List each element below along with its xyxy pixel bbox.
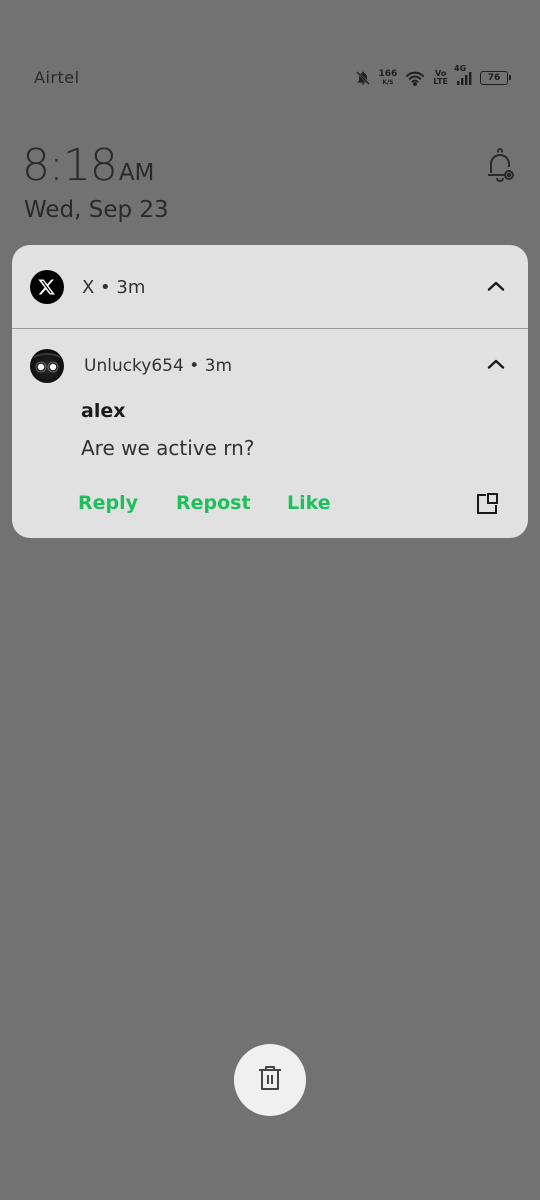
notification-card[interactable]: X • 3m Unlucky654 • 3m alex Are we activ… <box>12 245 528 538</box>
like-button[interactable]: Like <box>287 492 331 514</box>
divider <box>12 328 528 329</box>
signal-icon: 4G <box>454 64 472 86</box>
net-speed-indicator: 166 K/S <box>378 69 398 87</box>
reply-button[interactable]: Reply <box>78 492 138 514</box>
clear-all-notifications-button[interactable] <box>234 1044 306 1116</box>
bell-settings-icon <box>484 148 518 188</box>
floating-window-icon <box>474 493 500 521</box>
x-app-icon <box>30 270 64 304</box>
lockscreen-date: Wed, Sep 23 <box>24 197 169 223</box>
collapse-notification-button[interactable] <box>481 349 511 379</box>
open-floating-window-button[interactable] <box>474 491 500 517</box>
volte-indicator: Vo LTE <box>433 70 448 86</box>
lockscreen-clock: 8:18 AM <box>22 140 154 191</box>
trash-icon <box>256 1063 284 1097</box>
volte-bottom: LTE <box>433 77 448 86</box>
notification-settings-button[interactable] <box>484 148 518 184</box>
net-speed-unit: K/S <box>382 79 394 86</box>
net-speed-value: 166 <box>378 69 398 79</box>
repost-button[interactable]: Repost <box>176 492 251 514</box>
wifi-icon <box>405 70 425 86</box>
notification-group-header[interactable]: X • 3m <box>12 245 528 329</box>
status-icons: 166 K/S Vo LTE 4G 76 <box>355 64 511 90</box>
carrier-name: Airtel <box>34 68 80 87</box>
battery-icon: 76 <box>480 71 511 85</box>
chevron-up-icon <box>487 277 505 296</box>
clock-ampm: AM <box>118 160 155 186</box>
chevron-up-icon <box>487 355 505 374</box>
collapse-group-button[interactable] <box>481 271 511 301</box>
message-body: Are we active rn? <box>81 436 255 460</box>
clock-time: 8:18 <box>22 140 118 191</box>
avatar <box>30 349 64 383</box>
network-type: 4G <box>454 64 467 73</box>
battery-level: 76 <box>487 73 501 83</box>
bell-off-icon <box>355 70 371 86</box>
sender-line: Unlucky654 • 3m <box>84 356 233 376</box>
app-header-text: X • 3m <box>82 277 146 298</box>
message-title: alex <box>81 400 126 422</box>
status-bar: Airtel 166 K/S Vo LTE 4G 76 <box>0 0 540 110</box>
